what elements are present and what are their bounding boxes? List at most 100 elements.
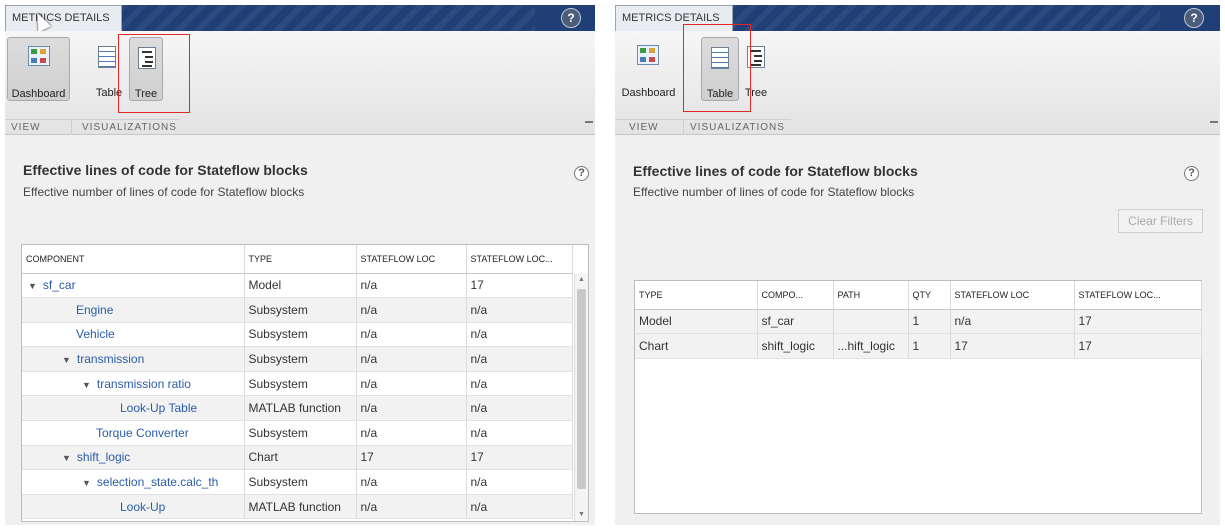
path-cell: ...hift_logic (833, 333, 909, 359)
type-cell: Subsystem (244, 469, 357, 495)
column-header-component[interactable]: COMPO... (757, 281, 834, 310)
page-title: Effective lines of code for Stateflow bl… (23, 162, 308, 178)
column-header-component[interactable]: COMPONENT (22, 245, 245, 274)
vertical-scrollbar[interactable]: ▲ ▼ (574, 273, 588, 521)
component-link[interactable]: transmission ratio (97, 377, 191, 391)
component-link[interactable]: Look-Up (120, 500, 165, 514)
type-cell: Subsystem (244, 346, 357, 372)
dashboard-button[interactable]: Dashboard (617, 37, 680, 101)
component-cell[interactable]: sf_car (757, 309, 834, 335)
type-cell: Subsystem (244, 297, 357, 323)
left-metrics-panel: METRICS DETAILS ? Dashboard Table Tree V… (5, 5, 595, 525)
expand-caret-icon[interactable]: ▼ (28, 281, 37, 291)
column-header-stateflow-loc[interactable]: STATEFLOW LOC (950, 281, 1075, 310)
collapse-toolstrip-icon[interactable] (1210, 121, 1218, 129)
component-cell[interactable]: ▼ shift_logic (22, 445, 245, 471)
table-row[interactable]: Model sf_car 1 n/a 17 (635, 309, 1202, 335)
results-table-frame: TYPE COMPO... PATH QTY STATEFLOW LOC STA… (634, 280, 1202, 514)
component-cell[interactable]: shift_logic (757, 333, 834, 359)
clear-filters-button[interactable]: Clear Filters (1118, 209, 1203, 233)
stateflow-loc-2-cell: n/a (466, 371, 573, 397)
help-icon[interactable]: ? (1184, 8, 1204, 28)
table-highlight-box (683, 24, 751, 112)
stateflow-loc-2-cell: n/a (466, 346, 573, 372)
component-link[interactable]: shift_logic (77, 450, 130, 464)
dashboard-label: Dashboard (11, 88, 66, 100)
dashboard-button[interactable]: Dashboard (7, 37, 70, 101)
expand-caret-icon[interactable]: ▼ (82, 380, 91, 390)
info-help-icon[interactable]: ? (1184, 166, 1199, 181)
title-bar-pattern (120, 5, 535, 31)
dashboard-icon (28, 46, 50, 66)
visualizations-section-label: VISUALIZATIONS (71, 119, 179, 135)
table-row[interactable]: ▼ shift_logic Chart 17 17 (22, 445, 573, 471)
tree-table: COMPONENT TYPE STATEFLOW LOC STATEFLOW L… (22, 245, 573, 520)
stateflow-loc-2-cell: n/a (466, 494, 573, 520)
table-row[interactable]: ▼ selection_state.calc_th Subsystem n/a n/a (22, 469, 573, 495)
component-link[interactable]: Look-Up Table (120, 401, 197, 415)
table-row[interactable]: ▼ transmission ratio Subsystem n/a n/a (22, 371, 573, 397)
stateflow-loc-2-cell: n/a (466, 322, 573, 348)
component-cell[interactable]: Look-Up Table (22, 395, 245, 422)
column-header-stateflow-loc-2[interactable]: STATEFLOW LOC... (466, 245, 573, 274)
table-row[interactable]: ▼ sf_car Model n/a 17 (22, 273, 573, 299)
component-cell[interactable]: ▼ transmission (22, 346, 245, 372)
page-subtitle: Effective number of lines of code for St… (633, 185, 915, 199)
collapse-toolstrip-icon[interactable] (585, 121, 593, 129)
table-row[interactable]: Look-Up MATLAB function n/a n/a (22, 494, 573, 520)
column-header-qty[interactable]: QTY (908, 281, 951, 310)
type-cell: MATLAB function (244, 395, 357, 422)
table-row[interactable]: Chart shift_logic ...hift_logic 1 17 17 (635, 333, 1202, 359)
stateflow-loc-2-cell: n/a (466, 297, 573, 323)
stateflow-loc-cell: n/a (356, 395, 467, 422)
help-icon[interactable]: ? (561, 8, 581, 28)
component-link[interactable]: Engine (76, 303, 113, 317)
component-cell[interactable]: Engine (22, 297, 245, 323)
view-section-label: VIEW (5, 119, 71, 135)
scroll-up-arrow-icon[interactable]: ▲ (575, 276, 588, 283)
stateflow-loc-2-cell: n/a (466, 469, 573, 495)
column-header-path[interactable]: PATH (833, 281, 909, 310)
type-cell: Subsystem (244, 371, 357, 397)
component-cell[interactable]: Vehicle (22, 322, 245, 348)
table-header-row: TYPE COMPO... PATH QTY STATEFLOW LOC STA… (635, 281, 1202, 310)
expand-caret-icon[interactable]: ▼ (82, 478, 91, 488)
table-row[interactable]: ▼ transmission Subsystem n/a n/a (22, 346, 573, 372)
type-cell: Model (244, 273, 357, 299)
metrics-details-tab[interactable]: METRICS DETAILS (5, 5, 122, 31)
component-cell[interactable]: ▼ transmission ratio (22, 371, 245, 397)
column-header-stateflow-loc[interactable]: STATEFLOW LOC (356, 245, 467, 274)
component-link[interactable]: transmission (77, 352, 144, 366)
expand-caret-icon[interactable]: ▼ (62, 355, 71, 365)
info-help-icon[interactable]: ? (574, 166, 589, 181)
component-cell[interactable]: ▼ selection_state.calc_th (22, 469, 245, 495)
component-link[interactable]: sf_car (43, 278, 76, 292)
component-cell[interactable]: Look-Up (22, 494, 245, 520)
table-row[interactable]: Torque Converter Subsystem n/a n/a (22, 420, 573, 446)
title-bar-pattern (730, 5, 1160, 31)
stateflow-loc-cell: n/a (356, 297, 467, 323)
table-row[interactable]: Vehicle Subsystem n/a n/a (22, 322, 573, 348)
page-title: Effective lines of code for Stateflow bl… (633, 163, 918, 179)
dashboard-label: Dashboard (621, 87, 676, 99)
stateflow-loc-2-cell: 17 (1074, 309, 1202, 335)
visualizations-section-label: VISUALIZATIONS (683, 119, 791, 135)
table-row[interactable]: Engine Subsystem n/a n/a (22, 297, 573, 323)
stateflow-loc-cell: 17 (950, 333, 1075, 359)
column-header-type[interactable]: TYPE (635, 281, 758, 310)
component-cell[interactable]: Torque Converter (22, 420, 245, 446)
component-link[interactable]: Torque Converter (96, 426, 189, 440)
column-header-stateflow-loc-2[interactable]: STATEFLOW LOC... (1074, 281, 1202, 310)
table-row[interactable]: Look-Up Table MATLAB function n/a n/a (22, 395, 573, 422)
component-cell[interactable]: ▼ sf_car (22, 273, 245, 299)
type-cell: Chart (635, 333, 758, 359)
component-link[interactable]: Vehicle (76, 327, 115, 341)
scrollbar-thumb[interactable] (577, 289, 586, 489)
component-link[interactable]: selection_state.calc_th (97, 475, 218, 489)
title-bar: METRICS DETAILS ? (5, 5, 595, 31)
scroll-down-arrow-icon[interactable]: ▼ (575, 511, 588, 518)
column-header-type[interactable]: TYPE (244, 245, 357, 274)
expand-caret-icon[interactable]: ▼ (62, 453, 71, 463)
type-cell: Chart (244, 445, 357, 471)
stateflow-loc-cell: n/a (356, 371, 467, 397)
